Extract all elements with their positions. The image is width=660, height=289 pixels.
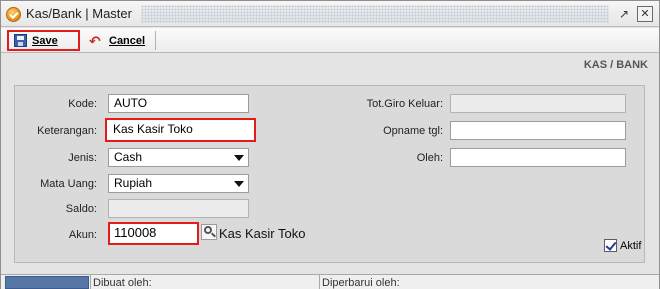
section-title: KAS / BANK [583,59,648,71]
diperbarui-oleh-label: Diperbarui oleh: [322,277,400,289]
window-title: Kas/Bank | Master [26,6,132,21]
keterangan-label: Keterangan: [37,125,97,137]
lookup-search-icon[interactable] [201,224,217,240]
aktif-checkbox[interactable] [604,239,617,252]
dibuat-oleh-label: Dibuat oleh: [93,277,152,289]
saldo-input [108,199,249,218]
kode-input[interactable]: AUTO [108,94,249,113]
jenis-select[interactable]: Cash [108,148,249,167]
opname-tgl-label: Opname tgl: [383,125,443,137]
dropdown-arrow-icon [234,155,244,161]
keterangan-input[interactable]: Kas Kasir Toko [105,118,256,142]
opname-tgl-input[interactable] [450,121,626,140]
status-indicator [5,276,89,289]
section-header: KAS / BANK [2,54,658,76]
mata-uang-select[interactable]: Rupiah [108,174,249,193]
jenis-selected-value: Cash [114,150,143,164]
cancel-undo-icon: ↶ [89,32,101,49]
save-icon [14,34,27,47]
cancel-button-label: Cancel [109,34,146,47]
dropdown-arrow-icon [234,181,244,187]
close-icon[interactable]: ✕ [637,6,653,22]
kas-bank-master-window: Kas/Bank | Master ↗ ✕ Save ↶ Cancel KAS … [0,0,660,289]
tot-giro-keluar-label: Tot.Giro Keluar: [366,98,443,110]
mata-uang-selected-value: Rupiah [114,176,153,190]
oleh-label: Oleh: [416,152,443,164]
save-button[interactable]: Save [7,30,80,51]
cancel-button[interactable]: ↶ Cancel [87,30,157,51]
mata-uang-label: Mata Uang: [40,178,97,190]
toolbar-separator [155,31,156,50]
restore-icon[interactable]: ↗ [616,6,632,22]
saldo-label: Saldo: [65,203,97,215]
status-bar: Dibuat oleh: Diperbarui oleh: [1,274,659,289]
oleh-input[interactable] [450,148,626,167]
akun-name-text: Kas Kasir Toko [219,226,306,241]
save-button-label: Save [32,34,58,47]
toolbar: Save ↶ Cancel [1,28,659,53]
lookup-handle [211,232,216,238]
akun-label: Akun: [68,229,97,241]
akun-code-input[interactable]: 110008 [108,222,199,245]
jenis-label: Jenis: [68,152,97,164]
aktif-label: Aktif [620,240,642,252]
title-bar: Kas/Bank | Master ↗ ✕ [1,1,659,27]
kode-label: Kode: [68,98,97,110]
status-separator [90,275,91,289]
tot-giro-keluar-input [450,94,626,113]
status-separator [319,275,320,289]
title-bar-grip [141,5,609,23]
app-icon [6,7,21,22]
